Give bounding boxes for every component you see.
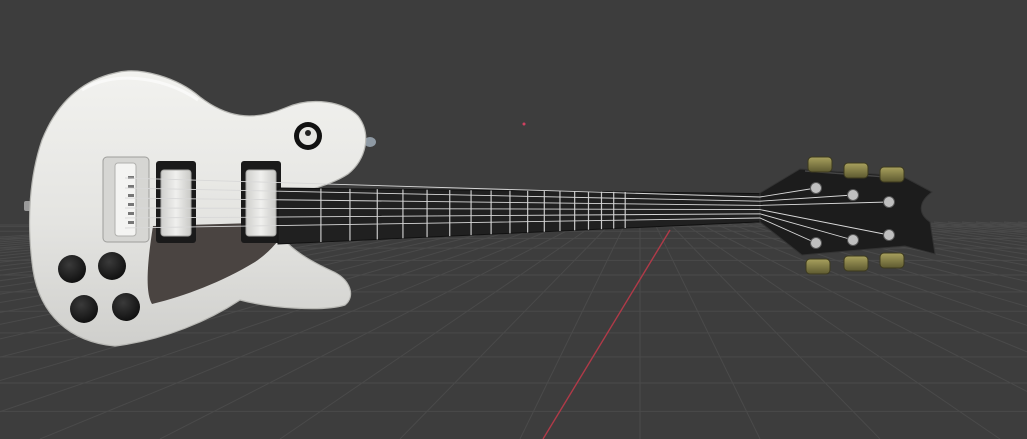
guitar-model[interactable]: [24, 70, 936, 347]
grid-line: [681, 221, 1001, 439]
grid-line: [695, 221, 1027, 392]
grid-line: [961, 221, 1027, 229]
grid-line: [723, 221, 1027, 326]
grid-line: [933, 221, 1027, 232]
tailpiece-slot: [114, 162, 137, 237]
grid-line: [989, 221, 1027, 226]
grid-line: [1003, 221, 1027, 225]
grid-line: [947, 221, 1027, 230]
tuner-button[interactable]: [805, 258, 831, 275]
bridge-saddle: [128, 185, 134, 188]
grid-line: [519, 221, 627, 439]
bridge-saddle: [128, 194, 134, 197]
viewport-canvas[interactable]: [0, 0, 1027, 439]
toggle-switch: [305, 130, 311, 136]
tuner-button[interactable]: [879, 166, 905, 183]
grid-line: [709, 221, 1027, 353]
tuner-button[interactable]: [843, 255, 869, 272]
grid-line: [891, 221, 1027, 238]
bridge-saddle: [128, 203, 134, 206]
tone-knob: [112, 293, 140, 321]
3d-cursor: [522, 122, 526, 126]
bridge-saddle: [128, 212, 134, 215]
tuner-button[interactable]: [879, 252, 905, 269]
volume-knob: [70, 295, 98, 323]
3d-viewport[interactable]: [0, 0, 1027, 439]
tuner-button[interactable]: [843, 162, 869, 179]
tuner-button[interactable]: [807, 156, 833, 173]
bridge-saddle: [128, 221, 134, 224]
grid-line: [279, 221, 599, 439]
grid-line: [919, 221, 1027, 234]
volume-knob: [58, 255, 86, 283]
tone-knob: [98, 252, 126, 280]
grid-line: [653, 221, 761, 439]
